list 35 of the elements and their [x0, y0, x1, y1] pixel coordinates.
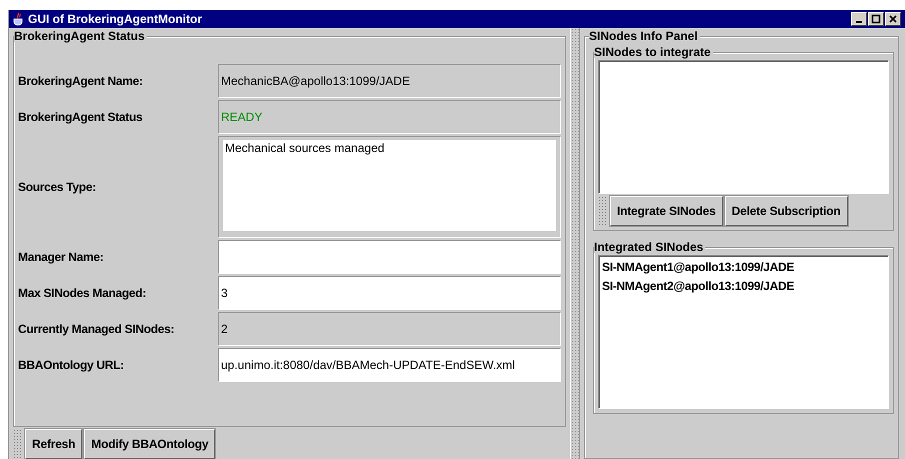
- field-label: BrokeringAgent Status: [18, 109, 144, 126]
- list-item[interactable]: SI-NMAgent1@apollo13:1099/JADE: [602, 258, 885, 277]
- minimize-icon: [856, 21, 862, 23]
- status-value: READY: [218, 100, 561, 134]
- minimize-button[interactable]: [851, 12, 867, 26]
- toolbar-grip[interactable]: [13, 429, 23, 459]
- field-label: Max SINodes Managed:: [18, 285, 148, 302]
- text-area[interactable]: Mechanical sources managed: [223, 140, 556, 231]
- field-label: Sources Type:: [18, 179, 97, 196]
- window-title: GUI of BrokeringAgentMonitor: [28, 11, 202, 28]
- readonly-field: 2: [218, 312, 561, 346]
- toolbar-button[interactable]: Integrate SINodes: [610, 196, 723, 226]
- field-label: Currently Managed SINodes:: [18, 321, 176, 338]
- field-label: BBAOntology URL:: [18, 357, 125, 374]
- toolbar-button[interactable]: Modify BBAOntology: [84, 429, 216, 459]
- maximize-button[interactable]: [868, 12, 884, 26]
- maximize-icon: [871, 14, 881, 24]
- close-icon: [888, 14, 898, 24]
- coffee-cup-icon: [13, 12, 24, 26]
- toolbar-grip[interactable]: [598, 196, 608, 226]
- toolbar-button[interactable]: Refresh: [25, 429, 82, 459]
- list-item[interactable]: SI-NMAgent2@apollo13:1099/JADE: [602, 277, 885, 296]
- toolbar-button[interactable]: Delete Subscription: [724, 196, 848, 226]
- group-title: SINodes to integrate: [594, 46, 713, 58]
- input-field[interactable]: [218, 240, 561, 274]
- group-title: BrokeringAgent Status: [14, 30, 147, 42]
- group-title: Integrated SINodes: [594, 241, 706, 253]
- input-field[interactable]: up.unimo.it:8080/dav/BBAMech-UPDATE-EndSEW.xml: [218, 348, 561, 382]
- splitter-handle[interactable]: [570, 28, 580, 459]
- field-label: BrokeringAgent Name:: [18, 73, 144, 90]
- close-button[interactable]: [885, 12, 901, 26]
- field-label: Manager Name:: [18, 249, 104, 266]
- group-title: SINodes Info Panel: [589, 30, 700, 42]
- input-field[interactable]: 3: [218, 276, 561, 310]
- readonly-field: MechanicBA@apollo13:1099/JADE: [218, 64, 561, 98]
